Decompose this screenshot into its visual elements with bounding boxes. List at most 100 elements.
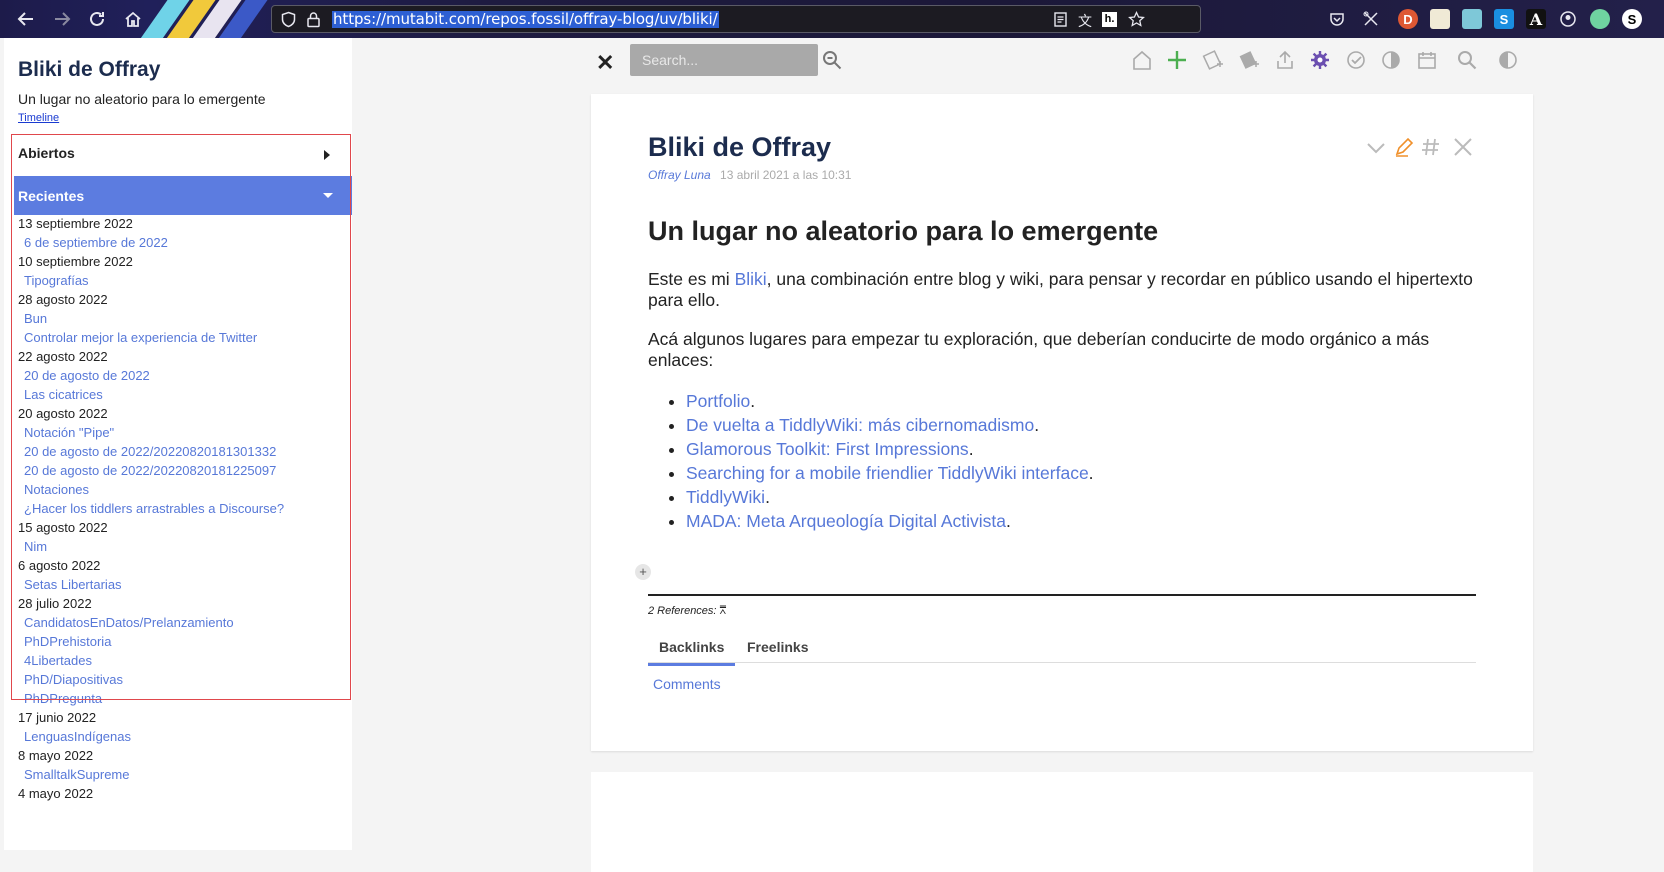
recent-entry-link[interactable]: Notación "Pipe" (18, 423, 348, 442)
advanced-search-icon[interactable] (822, 50, 842, 70)
tiddlywiki-link[interactable]: TiddlyWiki (686, 487, 765, 507)
references-label: 2 References: ⩞ (648, 605, 726, 618)
tiddler-meta: Offray Luna 13 abril 2021 a las 10:31 (648, 168, 851, 182)
home-button[interactable] (120, 6, 146, 32)
tab-recent[interactable]: Recientes (14, 176, 352, 215)
hypothesis-icon[interactable]: h. (1102, 12, 1117, 27)
notes-icon[interactable] (1430, 9, 1450, 29)
reader-view-icon[interactable] (1052, 11, 1069, 28)
glamorous-toolkit-link[interactable]: Glamorous Toolkit: First Impressions (686, 439, 969, 459)
recent-entry-link[interactable]: 20 de agosto de 2022/20220820181225097 (18, 461, 348, 480)
control-panel-icon[interactable] (1309, 49, 1331, 71)
recent-date: 4 mayo 2022 (18, 786, 94, 801)
forward-button[interactable] (49, 6, 75, 32)
home-page-icon[interactable] (1131, 49, 1153, 71)
translate-icon[interactable]: 文 (1078, 11, 1095, 29)
screenshot-icon[interactable] (1361, 9, 1381, 29)
recent-entry-link[interactable]: PhD/Diapositivas (18, 670, 348, 689)
puzzle-icon[interactable] (1590, 9, 1610, 29)
recent-entry-link[interactable]: Controlar mejor la experiencia de Twitte… (18, 328, 348, 347)
divider (648, 594, 1476, 596)
caret-down-icon (323, 193, 333, 198)
menu-extension-icon[interactable]: S (1622, 9, 1642, 29)
s-extension-icon[interactable]: S (1494, 9, 1514, 29)
new-tiddler-icon[interactable] (1166, 49, 1188, 71)
a-extension-icon[interactable]: A (1526, 9, 1546, 29)
divider (14, 134, 350, 135)
more-chevron-icon[interactable] (1365, 136, 1387, 158)
recent-entry-link[interactable]: PhDPrehistoria (18, 632, 348, 651)
site-title[interactable]: Bliki de Offray (18, 58, 160, 82)
browser-toolbar: https://mutabit.com/repos.fossil/offray-… (0, 0, 1664, 38)
recent-entry-link[interactable]: Las cicatrices (18, 385, 348, 404)
reload-button[interactable] (84, 6, 110, 32)
recent-group: 8 mayo 2022 SmalltalkSupreme (18, 746, 348, 784)
recent-entry-link[interactable]: LenguasIndígenas (18, 727, 348, 746)
tiddler-body: Un lugar no aleatorio para lo emergente … (648, 216, 1478, 533)
recent-date: 28 agosto 2022 (18, 292, 108, 307)
extension-icon[interactable] (1462, 9, 1482, 29)
tiddler-card: Bliki de Offray Offray Luna 13 abril 202… (591, 94, 1533, 751)
recent-entry-link[interactable]: Bun (18, 309, 348, 328)
recent-entry-link[interactable]: Nim (18, 537, 348, 556)
recent-entry-link[interactable]: Tipografías (18, 271, 348, 290)
tab-backlinks[interactable]: Backlinks (648, 639, 736, 666)
recent-group: 15 agosto 2022 Nim (18, 518, 348, 556)
tab-freelinks[interactable]: Freelinks (747, 639, 808, 655)
pocket-icon[interactable] (1327, 9, 1347, 29)
list-item: Searching for a mobile friendlier Tiddly… (686, 461, 1478, 485)
recent-list: 13 septiembre 2022 6 de septiembre de 202… (18, 214, 348, 803)
mada-link[interactable]: MADA: Meta Arqueología Digital Activista (686, 511, 1006, 531)
tab-open-label: Abiertos (18, 145, 75, 161)
palette-icon[interactable] (1497, 49, 1519, 71)
search-icon[interactable] (1456, 49, 1478, 71)
shield-icon[interactable] (280, 11, 297, 28)
back-button[interactable] (13, 6, 39, 32)
recent-entry-link[interactable]: SmalltalkSupreme (18, 765, 348, 784)
recent-group: 28 agosto 2022 Bun Controlar mejor la expe… (18, 290, 348, 347)
recent-entry-link[interactable]: Notaciones (18, 480, 348, 499)
save-changes-icon[interactable] (1345, 49, 1367, 71)
account-icon[interactable] (1558, 9, 1578, 29)
tab-open[interactable]: Abiertos (14, 141, 350, 167)
references-tabs: Backlinks Freelinks (648, 634, 1476, 666)
timestamp-icon[interactable] (1416, 49, 1438, 71)
bookmark-star-icon[interactable] (1128, 10, 1145, 28)
collapse-up-icon[interactable]: ⩞ (720, 605, 727, 617)
recent-entry-link[interactable]: CandidatosEnDatos/Prelanzamiento (18, 613, 348, 632)
theme-icon[interactable] (1380, 49, 1402, 71)
tiddlywiki-return-link[interactable]: De vuelta a TiddlyWiki: más cibernomadis… (686, 415, 1034, 435)
mobile-interface-link[interactable]: Searching for a mobile friendlier Tiddly… (686, 463, 1089, 483)
portfolio-link[interactable]: Portfolio (686, 391, 750, 411)
tiddler-author[interactable]: Offray Luna (648, 168, 711, 182)
permalink-hash-icon[interactable] (1420, 136, 1442, 158)
address-bar[interactable]: https://mutabit.com/repos.fossil/offray-… (271, 5, 1201, 33)
export-icon[interactable] (1274, 49, 1296, 71)
new-image-icon[interactable] (1238, 49, 1260, 71)
recent-date: 28 julio 2022 (18, 596, 92, 611)
sidebar: Bliki de Offray Un lugar no aleatorio pa… (4, 38, 353, 850)
recent-entry-link[interactable]: 20 de agosto de 2022 (18, 366, 348, 385)
new-journal-icon[interactable] (1202, 49, 1224, 71)
tiddler-date: 13 abril 2021 a las 10:31 (720, 168, 852, 182)
recent-entry-link[interactable]: 20 de agosto de 2022/20220820181301332 (18, 442, 348, 461)
close-icon[interactable] (1452, 136, 1474, 158)
close-all-button[interactable]: ✕ (596, 50, 614, 76)
add-comment-button[interactable]: + (635, 564, 651, 580)
bliki-link[interactable]: Bliki (735, 269, 767, 289)
url-text[interactable]: https://mutabit.com/repos.fossil/offray-… (332, 11, 719, 28)
edit-pencil-icon[interactable] (1393, 136, 1415, 158)
recent-entry-link[interactable]: PhDPregunta (18, 689, 348, 708)
recent-date: 6 agosto 2022 (18, 558, 101, 573)
lock-icon[interactable] (305, 11, 322, 28)
recent-group: 22 agosto 2022 20 de agosto de 2022 Las ci… (18, 347, 348, 404)
timeline-link[interactable]: Timeline (18, 112, 59, 124)
recent-entry-link[interactable]: 4Libertades (18, 651, 348, 670)
recent-date: 22 agosto 2022 (18, 349, 108, 364)
recent-entry-link[interactable]: 6 de septiembre de 2022 (18, 233, 348, 252)
comments-link[interactable]: Comments (653, 676, 721, 692)
recent-entry-link[interactable]: Setas Libertarias (18, 575, 348, 594)
recent-entry-link[interactable]: ¿Hacer los tiddlers arrastrables a Disco… (18, 499, 348, 518)
duckduckgo-icon[interactable]: D (1398, 9, 1418, 29)
search-input[interactable] (630, 44, 818, 76)
